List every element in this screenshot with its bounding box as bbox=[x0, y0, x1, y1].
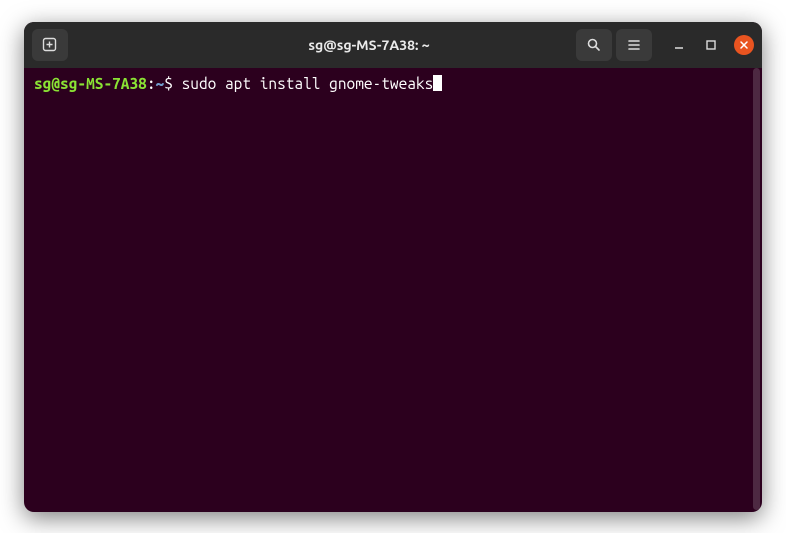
prompt-line: sg@sg-MS-7A38:~$ sudo apt install gnome-… bbox=[34, 74, 752, 94]
minimize-icon bbox=[673, 39, 685, 51]
cursor-icon bbox=[433, 75, 442, 91]
new-tab-icon bbox=[42, 37, 58, 53]
new-tab-button[interactable] bbox=[32, 29, 68, 61]
titlebar-left-group bbox=[32, 29, 162, 61]
terminal-body[interactable]: sg@sg-MS-7A38:~$ sudo apt install gnome-… bbox=[24, 68, 762, 512]
prompt-user-host: sg@sg-MS-7A38 bbox=[34, 75, 147, 92]
prompt-colon: : bbox=[147, 75, 156, 92]
terminal-window: sg@sg-MS-7A38: ~ bbox=[24, 22, 762, 512]
close-button[interactable] bbox=[734, 35, 754, 55]
titlebar: sg@sg-MS-7A38: ~ bbox=[24, 22, 762, 68]
window-controls bbox=[670, 35, 754, 55]
search-button[interactable] bbox=[576, 29, 612, 61]
scrollbar[interactable] bbox=[753, 68, 760, 510]
close-icon bbox=[739, 40, 749, 50]
entered-command: sudo apt install gnome-tweaks bbox=[182, 75, 434, 92]
maximize-button[interactable] bbox=[702, 36, 720, 54]
window-title: sg@sg-MS-7A38: ~ bbox=[162, 37, 576, 53]
minimize-button[interactable] bbox=[670, 36, 688, 54]
hamburger-icon bbox=[626, 37, 642, 53]
prompt-symbol: $ bbox=[164, 75, 181, 92]
maximize-icon bbox=[705, 39, 717, 51]
search-icon bbox=[586, 37, 602, 53]
menu-button[interactable] bbox=[616, 29, 652, 61]
titlebar-right-group bbox=[576, 29, 754, 61]
prompt-path: ~ bbox=[156, 75, 165, 92]
